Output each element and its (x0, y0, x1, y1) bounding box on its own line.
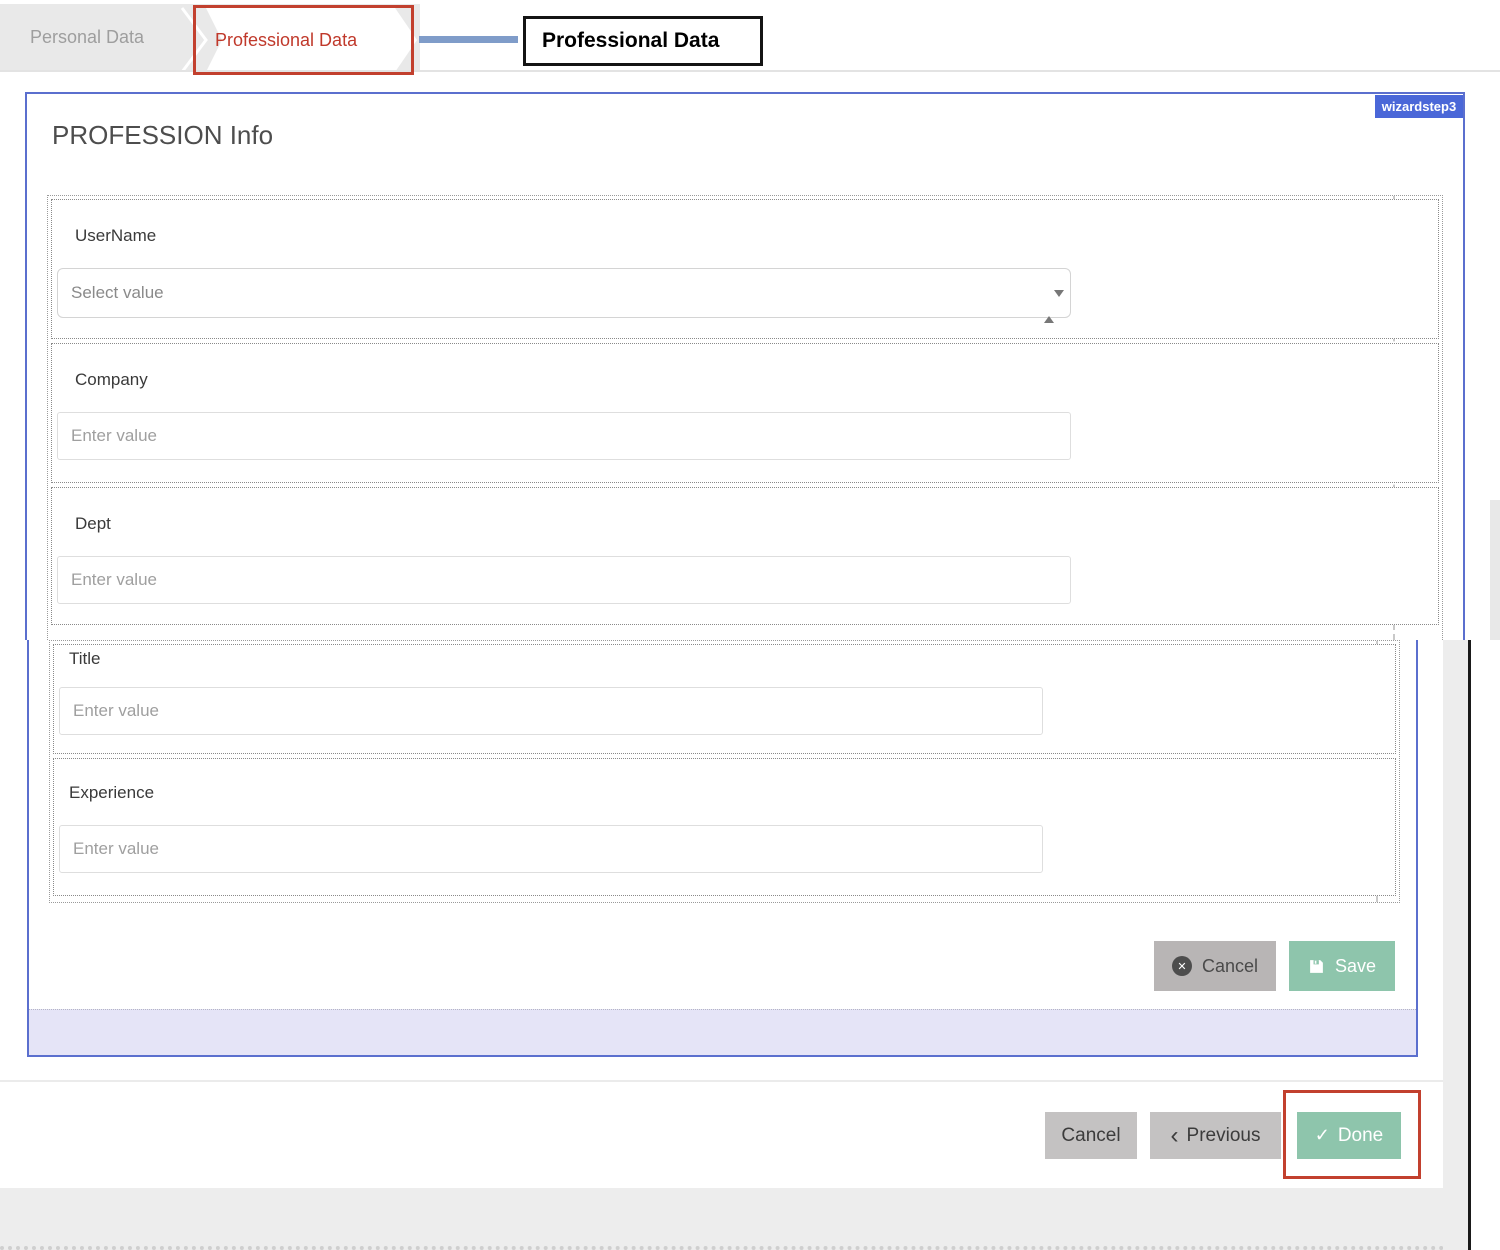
field-row-title: Title (53, 644, 1396, 754)
cancel-x-icon: ✕ (1172, 956, 1192, 976)
wizard-page: Personal Data Professional Data Professi… (0, 0, 1500, 1250)
page-footer-area (0, 1188, 1469, 1250)
panel-cancel-label: Cancel (1202, 956, 1258, 977)
panel-footer-strip (29, 1009, 1416, 1055)
field-row-dept: Dept (51, 487, 1439, 625)
field-label: Experience (69, 783, 154, 803)
field-row-experience: Experience (53, 758, 1396, 896)
field-label: Dept (75, 514, 111, 534)
fields-container-bottom: Title Experience (49, 640, 1400, 903)
dept-input[interactable] (57, 556, 1071, 604)
field-label: Title (69, 649, 101, 669)
annotation-callout-box: Professional Data (523, 16, 763, 66)
screenshot-edge-line (1468, 640, 1471, 1250)
panel-cancel-button[interactable]: ✕ Cancel (1154, 941, 1276, 991)
scrollbar-thumb[interactable] (1490, 500, 1500, 640)
right-gutter (1443, 640, 1468, 1250)
wizard-previous-button[interactable]: ‹ Previous (1150, 1112, 1281, 1159)
form-panel-bottom: Title Experience ✕ Cancel Save (27, 640, 1418, 1057)
annotation-connector-line (419, 36, 518, 43)
title-input[interactable] (59, 687, 1043, 735)
wizardstep-badge: wizardstep3 (1375, 95, 1463, 118)
panel-save-button[interactable]: Save (1289, 941, 1395, 991)
username-select[interactable]: Select value (57, 268, 1071, 318)
wizard-footer-divider (0, 1080, 1447, 1082)
save-floppy-icon (1308, 958, 1325, 975)
field-label: UserName (75, 226, 156, 246)
fields-container-top: UserName Select value Company Dept (47, 195, 1443, 640)
experience-input[interactable] (59, 825, 1043, 873)
previous-chevron-icon: ‹ (1171, 1126, 1179, 1146)
wizard-cancel-label: Cancel (1061, 1125, 1120, 1147)
field-row-company: Company (51, 343, 1439, 483)
select-arrows-icon (1044, 283, 1056, 305)
annotation-rect-active-tab (193, 5, 414, 75)
tab-personal-data[interactable]: Personal Data (30, 4, 180, 70)
wizard-cancel-button[interactable]: Cancel (1045, 1112, 1137, 1159)
form-panel-top: wizardstep3 PROFESSION Info UserName Sel… (25, 92, 1465, 640)
panel-title: PROFESSION Info (52, 120, 273, 151)
username-select-placeholder: Select value (71, 283, 164, 302)
company-input[interactable] (57, 412, 1071, 460)
annotation-rect-done-button (1283, 1090, 1421, 1179)
field-label: Company (75, 370, 148, 390)
wizard-previous-label: Previous (1187, 1125, 1261, 1147)
field-row-username: UserName Select value (51, 199, 1439, 339)
panel-save-label: Save (1335, 956, 1376, 977)
